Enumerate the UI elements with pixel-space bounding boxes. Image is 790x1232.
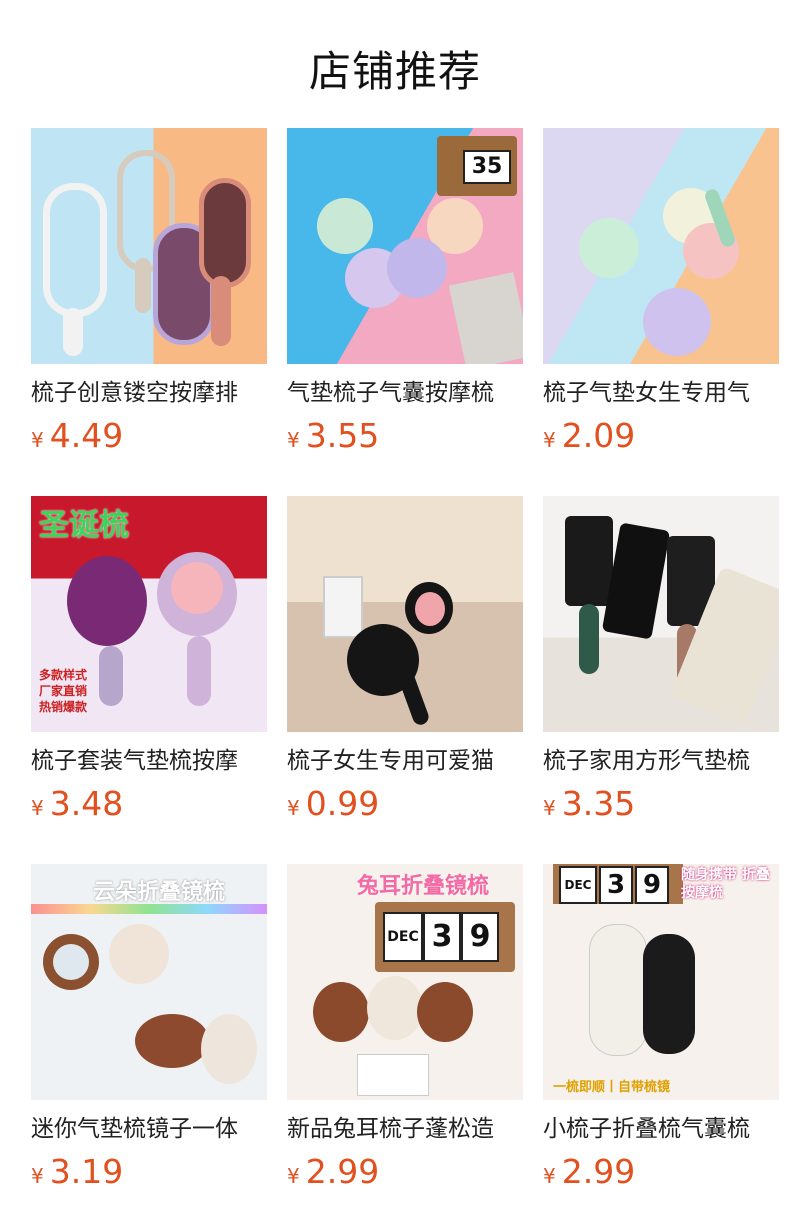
product-image[interactable] — [543, 128, 779, 364]
product-card[interactable]: 兔耳折叠镜梳 DEC 3 9 新品兔耳梳子蓬松造 ¥2.99 — [287, 864, 523, 1205]
calendar-digit: 9 — [635, 866, 669, 904]
product-name[interactable]: 气垫梳子气囊按摩梳 — [287, 378, 523, 408]
image-tag: 厂家直销 — [39, 684, 88, 698]
product-price: ¥3.48 — [31, 784, 267, 824]
product-name[interactable]: 迷你气垫梳镜子一体 — [31, 1114, 267, 1144]
product-name[interactable]: 小梳子折叠梳气囊梳 — [543, 1114, 779, 1144]
product-image[interactable]: 云朵折叠镜梳 — [31, 864, 267, 1100]
product-name[interactable]: 梳子女生专用可爱猫 — [287, 746, 523, 776]
price-value: 2.99 — [561, 1152, 636, 1191]
currency-symbol: ¥ — [31, 1164, 44, 1188]
price-value: 4.49 — [49, 416, 124, 455]
calendar-digits: 35 — [463, 150, 511, 184]
currency-symbol: ¥ — [31, 796, 44, 820]
product-card[interactable]: 圣诞梳 多款样式 厂家直销 热销爆款 梳子套装气垫梳按摩 ¥3.48 — [31, 496, 267, 837]
currency-symbol: ¥ — [543, 1164, 556, 1188]
product-price: ¥3.19 — [31, 1152, 267, 1192]
image-tag: 热销爆款 — [39, 700, 88, 714]
price-value: 2.99 — [305, 1152, 380, 1191]
price-value: 3.48 — [49, 784, 124, 823]
product-price: ¥4.49 — [31, 416, 267, 456]
product-card[interactable]: 35 气垫梳子气囊按摩梳 ¥3.55 — [287, 128, 523, 469]
currency-symbol: ¥ — [31, 428, 44, 452]
product-name[interactable]: 新品兔耳梳子蓬松造 — [287, 1114, 523, 1144]
product-name[interactable]: 梳子套装气垫梳按摩 — [31, 746, 267, 776]
currency-symbol: ¥ — [543, 428, 556, 452]
product-image[interactable]: DEC 3 9 随身携带 折叠按摩梳 一梳即顺丨自带梳镜 — [543, 864, 779, 1100]
currency-symbol: ¥ — [287, 796, 300, 820]
product-image[interactable]: 圣诞梳 多款样式 厂家直销 热销爆款 — [31, 496, 267, 732]
currency-symbol: ¥ — [287, 428, 300, 452]
product-price: ¥0.99 — [287, 784, 523, 824]
calendar-digit: 9 — [461, 912, 499, 962]
product-price: ¥3.55 — [287, 416, 523, 456]
image-caption: 一梳即顺丨自带梳镜 — [553, 1080, 671, 1095]
product-image[interactable]: 35 — [287, 128, 523, 364]
product-price: ¥2.99 — [543, 1152, 779, 1192]
price-value: 0.99 — [305, 784, 380, 823]
product-card[interactable]: 梳子创意镂空按摩排 ¥4.49 — [31, 128, 267, 469]
product-image[interactable]: 兔耳折叠镜梳 DEC 3 9 — [287, 864, 523, 1100]
price-value: 2.09 — [561, 416, 636, 455]
page-title: 店铺推荐 — [308, 47, 481, 96]
product-card[interactable]: 梳子女生专用可爱猫 ¥0.99 — [287, 496, 523, 837]
image-banner: 随身携带 折叠按摩梳 — [681, 867, 770, 901]
product-name[interactable]: 梳子创意镂空按摩排 — [31, 378, 267, 408]
product-price: ¥3.35 — [543, 784, 779, 824]
calendar-month: DEC — [559, 866, 597, 904]
currency-symbol: ¥ — [543, 796, 556, 820]
image-tag: 多款样式 — [39, 668, 88, 682]
image-banner: 圣诞梳 — [39, 508, 129, 543]
product-price: ¥2.09 — [543, 416, 779, 456]
product-card[interactable]: 梳子家用方形气垫梳 ¥3.35 — [543, 496, 779, 837]
product-card[interactable]: 梳子气垫女生专用气 ¥2.09 — [543, 128, 779, 469]
image-banner: 云朵折叠镜梳 — [93, 880, 226, 905]
calendar-month: DEC — [383, 912, 423, 962]
calendar-digit: 3 — [423, 912, 461, 962]
product-grid: 梳子创意镂空按摩排 ¥4.49 35 气垫梳子气囊按摩梳 ¥3.55 梳子气垫女… — [31, 128, 779, 1205]
product-image[interactable] — [543, 496, 779, 732]
product-card[interactable]: DEC 3 9 随身携带 折叠按摩梳 一梳即顺丨自带梳镜 小梳子折叠梳气囊梳 ¥… — [543, 864, 779, 1205]
product-image[interactable] — [31, 128, 267, 364]
product-name[interactable]: 梳子气垫女生专用气 — [543, 378, 779, 408]
price-value: 3.55 — [305, 416, 380, 455]
image-banner: 兔耳折叠镜梳 — [357, 874, 490, 899]
product-name[interactable]: 梳子家用方形气垫梳 — [543, 746, 779, 776]
currency-symbol: ¥ — [287, 1164, 300, 1188]
product-image[interactable] — [287, 496, 523, 732]
price-value: 3.35 — [561, 784, 636, 823]
calendar-digit: 3 — [599, 866, 633, 904]
product-price: ¥2.99 — [287, 1152, 523, 1192]
price-value: 3.19 — [49, 1152, 124, 1191]
product-card[interactable]: 云朵折叠镜梳 迷你气垫梳镜子一体 ¥3.19 — [31, 864, 267, 1205]
